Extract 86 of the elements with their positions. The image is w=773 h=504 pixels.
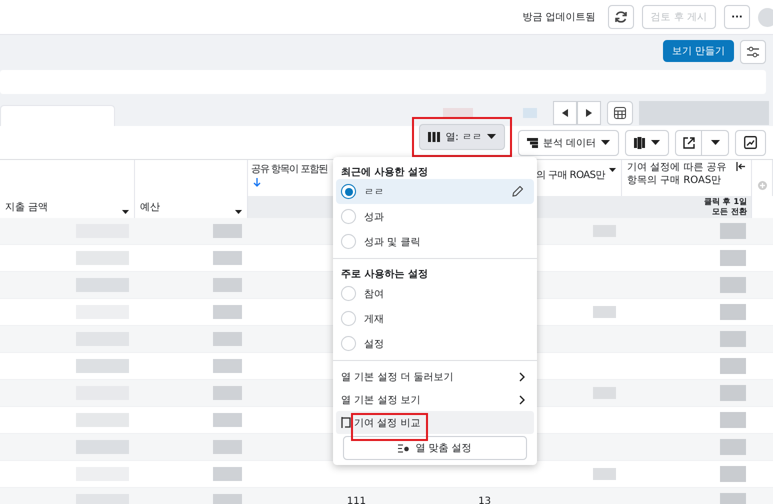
- blurred-block: [213, 278, 242, 292]
- books-icon: [634, 136, 646, 148]
- menu-item[interactable]: 열 기본 설정 보기: [336, 388, 534, 411]
- customize-icon: [398, 444, 410, 452]
- blurred-block: [213, 440, 242, 454]
- sliders-icon: [746, 46, 760, 58]
- column-header[interactable]: 지출 금액: [5, 200, 48, 214]
- external-link-icon: [682, 136, 694, 148]
- bars-icon: [526, 138, 538, 148]
- blurred-block: [213, 251, 242, 265]
- blurred-block: [593, 387, 616, 399]
- chevron-right-icon: [519, 394, 525, 404]
- down-arrow-icon: [253, 178, 261, 187]
- column-header[interactable]: 의 구매 ROAS만: [536, 168, 605, 182]
- blurred-block: [213, 305, 242, 319]
- sort-caret-icon[interactable]: [235, 210, 242, 214]
- preset-option[interactable]: 참여: [336, 281, 534, 306]
- column-header[interactable]: 공유 항목이 포함된: [251, 162, 328, 176]
- previous-button[interactable]: [553, 101, 577, 125]
- preset-option[interactable]: 성과 및 클릭: [336, 229, 534, 254]
- blurred-block: [213, 332, 242, 346]
- radio-button[interactable]: [341, 184, 356, 199]
- export-button[interactable]: [675, 130, 702, 156]
- create-view-button[interactable]: 보기 만들기: [662, 40, 734, 62]
- collapse-icon[interactable]: [736, 162, 746, 171]
- result-link[interactable]: 13: [478, 496, 491, 504]
- refresh-icon: [614, 10, 628, 24]
- menu-section-title: 주로 사용하는 설정: [340, 268, 429, 281]
- blurred-block: [720, 412, 746, 428]
- blurred-block: [720, 331, 746, 347]
- settings-button[interactable]: [740, 40, 766, 64]
- more-button[interactable]: ···: [724, 5, 750, 29]
- table-icon: [613, 106, 627, 120]
- menu-item[interactable]: 열 기본 설정 더 둘러보기: [336, 365, 534, 388]
- blurred-block: [720, 358, 746, 374]
- chart-button[interactable]: [735, 130, 766, 156]
- caret-icon: [710, 140, 720, 145]
- blurred-block: [213, 386, 242, 400]
- menu-section-title: 최근에 사용한 설정: [340, 166, 429, 179]
- sort-caret-icon[interactable]: [122, 210, 129, 214]
- columns-icon: [428, 132, 440, 142]
- blurred-block: [720, 304, 746, 320]
- blurred-block: [720, 466, 746, 482]
- right-triangle-icon: [586, 109, 592, 117]
- caret-icon: [486, 134, 496, 139]
- export-dropdown[interactable]: [702, 130, 729, 156]
- blurred-block: [593, 225, 616, 237]
- result-link[interactable]: 111: [346, 496, 366, 504]
- blurred-block: [720, 439, 746, 455]
- menu-item[interactable]: 기여 설정 비교: [336, 411, 534, 434]
- preset-option[interactable]: 성과: [336, 204, 534, 229]
- column-header[interactable]: 기여 설정에 따른 공유 항목의 구매 ROAS만: [627, 162, 735, 187]
- blurred-block: [213, 359, 242, 373]
- chevron-right-icon: [519, 372, 525, 382]
- caret-icon: [651, 140, 660, 145]
- blurred-block: [213, 224, 242, 238]
- columns-dropdown[interactable]: 열: ㄹㄹ: [419, 124, 505, 150]
- breakdown-dropdown[interactable]: 분석 데이터: [518, 130, 619, 156]
- preset-option[interactable]: 게재: [336, 306, 534, 331]
- pencil-icon[interactable]: [512, 186, 523, 197]
- blurred-block: [523, 108, 537, 118]
- blurred-block: [593, 306, 616, 318]
- table-button[interactable]: [607, 101, 633, 125]
- blurred-block: [213, 467, 242, 481]
- customize-columns-button[interactable]: 열 맞춤 설정: [343, 436, 527, 460]
- left-triangle-icon: [562, 109, 568, 117]
- preset-option[interactable]: 설정: [336, 331, 534, 356]
- blurred-block: [443, 108, 473, 118]
- blurred-block: [720, 250, 746, 266]
- compare-icon: [341, 417, 351, 428]
- update-status: 방금 업데이트됨: [522, 11, 596, 24]
- line-chart-icon: [744, 136, 757, 149]
- blurred-block: [720, 277, 746, 293]
- sort-caret-icon[interactable]: [609, 168, 616, 172]
- reports-dropdown[interactable]: [625, 130, 669, 156]
- attribution-label: 클릭 후 1일 모든 전환: [621, 196, 752, 218]
- blurred-block: [720, 223, 746, 239]
- preset-option[interactable]: ㄹㄹ: [336, 179, 534, 204]
- next-button[interactable]: [577, 101, 601, 125]
- caret-icon: [601, 140, 610, 145]
- blurred-block: [213, 494, 242, 504]
- column-header[interactable]: 예산: [140, 200, 160, 214]
- blurred-block: [593, 468, 616, 480]
- blurred-block: [720, 385, 746, 401]
- blurred-block: [213, 413, 242, 427]
- refresh-button[interactable]: [608, 5, 634, 29]
